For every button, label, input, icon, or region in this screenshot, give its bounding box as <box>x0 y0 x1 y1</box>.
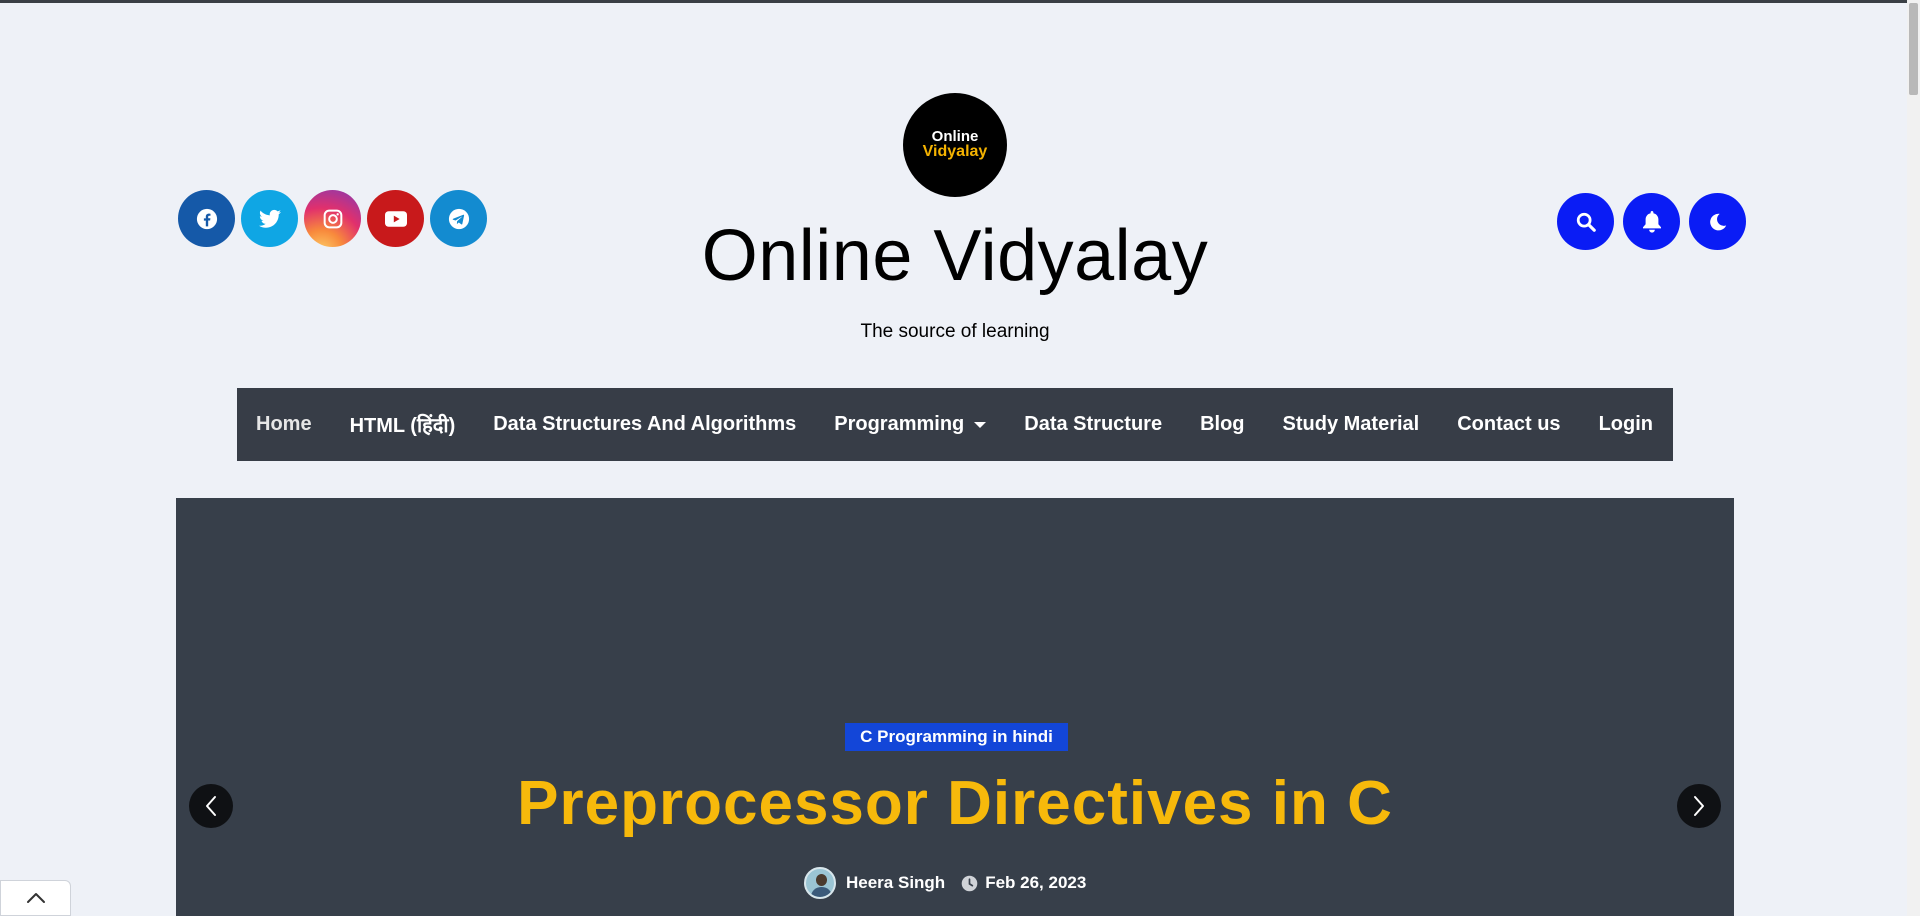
chevron-up-icon <box>26 893 45 903</box>
logo-line-2: Vidyalay <box>922 143 988 161</box>
main-nav: Home HTML (हिंदी) Data Structures And Al… <box>237 388 1673 461</box>
nav-item-label: Programming <box>834 413 965 435</box>
nav-item-label: Data Structure <box>1024 413 1163 435</box>
nav-item-blog[interactable]: Blog <box>1200 413 1244 436</box>
site-logo[interactable]: Online Vidyalay <box>903 93 1007 197</box>
nav-item-label: HTML (हिंदी) <box>349 415 456 437</box>
nav-item-label: Study Material <box>1282 413 1420 435</box>
nav-item-home[interactable]: Home <box>256 413 312 436</box>
nav-item-html-hindi[interactable]: HTML (हिंदी) <box>350 411 456 438</box>
header-actions <box>1557 193 1746 250</box>
nav-item-programming[interactable]: Programming <box>834 413 987 436</box>
author-name[interactable]: Heera Singh <box>846 873 945 893</box>
chevron-right-icon <box>1694 796 1704 816</box>
nav-item-label: Contact us <box>1457 413 1561 435</box>
logo-line-1: Online <box>931 127 979 145</box>
bell-icon[interactable] <box>1623 193 1680 250</box>
nav-item-label: Blog <box>1200 413 1245 435</box>
youtube-icon[interactable] <box>367 190 424 247</box>
nav-item-contact[interactable]: Contact us <box>1457 413 1560 436</box>
post-date[interactable]: Feb 26, 2023 <box>985 873 1086 893</box>
site-tagline: The source of learning <box>860 321 1050 342</box>
social-links <box>178 190 487 247</box>
telegram-icon[interactable] <box>430 190 487 247</box>
nav-item-label: Home <box>256 413 312 435</box>
twitter-icon[interactable] <box>241 190 298 247</box>
nav-item-data-structure[interactable]: Data Structure <box>1024 413 1162 436</box>
slider-next-button[interactable] <box>1677 784 1721 828</box>
instagram-icon[interactable] <box>304 190 361 247</box>
search-icon[interactable] <box>1557 193 1614 250</box>
chevron-left-icon <box>206 796 216 816</box>
category-badge[interactable]: C Programming in hindi <box>845 723 1068 751</box>
hero-slider: C Programming in hindi Preprocessor Dire… <box>176 498 1734 916</box>
nav-item-login[interactable]: Login <box>1599 413 1653 436</box>
post-title[interactable]: Preprocessor Directives in C <box>176 768 1734 839</box>
nav-item-label: Login <box>1598 413 1653 435</box>
nav-item-dsa[interactable]: Data Structures And Algorithms <box>493 413 796 436</box>
post-meta: Heera Singh Feb 26, 2023 <box>804 867 1086 899</box>
nav-item-label: Data Structures And Algorithms <box>493 413 797 435</box>
top-strip <box>0 0 1920 3</box>
clock-icon <box>961 875 978 891</box>
nav-item-study-material[interactable]: Study Material <box>1283 413 1420 436</box>
moon-icon[interactable] <box>1689 193 1746 250</box>
avatar[interactable] <box>804 867 836 899</box>
slider-prev-button[interactable] <box>189 784 233 828</box>
scrollbar-thumb[interactable] <box>1909 3 1918 95</box>
back-to-top-button[interactable] <box>0 880 71 916</box>
chevron-down-icon <box>974 421 987 428</box>
facebook-icon[interactable] <box>178 190 235 247</box>
page-scrollbar[interactable] <box>1907 0 1920 916</box>
